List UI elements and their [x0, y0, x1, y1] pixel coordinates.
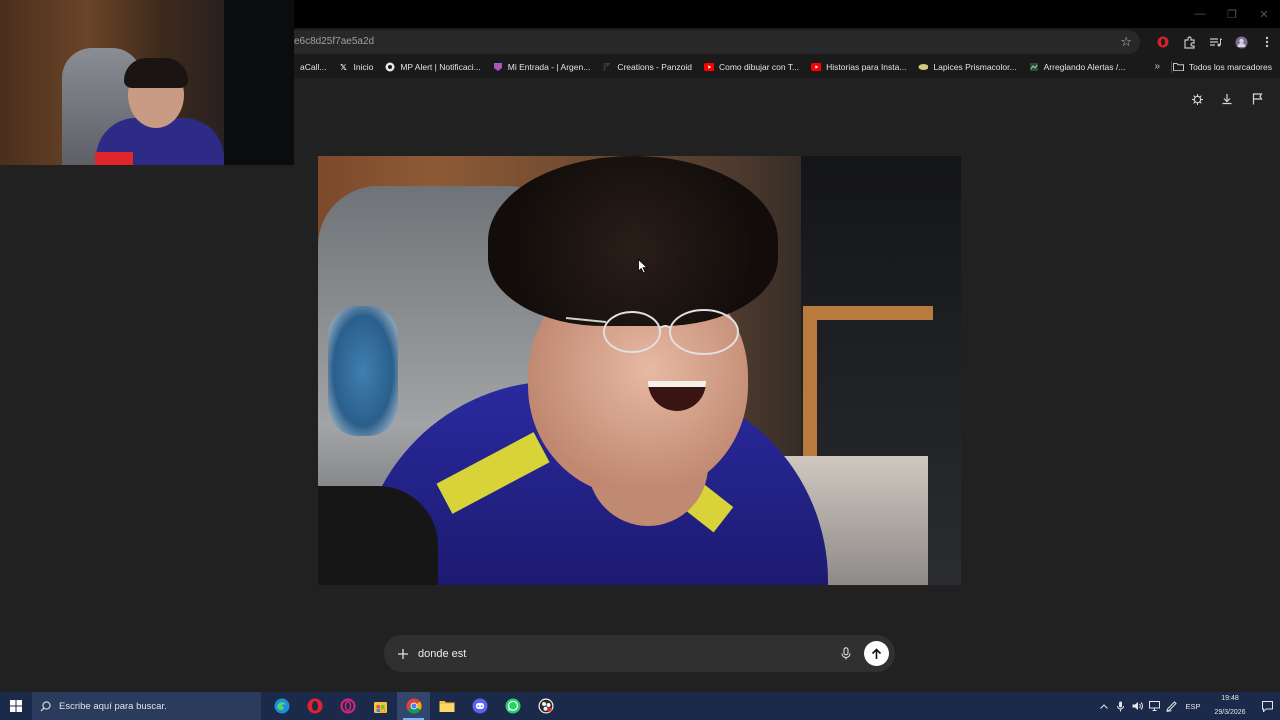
start-button[interactable]	[0, 692, 32, 720]
ticket-icon	[493, 62, 503, 72]
bookmark-label: Como dibujar con T...	[718, 62, 800, 72]
bookmark-item[interactable]: Lapices Prismacolor...	[912, 56, 1022, 78]
file-explorer-icon[interactable]	[430, 692, 463, 720]
bookmarks-bar: aCall... 𝕏 Inicio MP Alert | Notificaci.…	[294, 56, 1280, 78]
windows-logo-icon	[10, 700, 22, 712]
microsoft-store-icon[interactable]	[364, 692, 397, 720]
volume-icon[interactable]	[1129, 692, 1146, 720]
bookmark-label: Creations - Panzoid	[617, 62, 692, 72]
bookmark-item[interactable]: Creations - Panzoid	[596, 56, 698, 78]
x-logo-icon: 𝕏	[340, 62, 347, 72]
notifications-icon[interactable]	[1254, 692, 1280, 720]
bookmarks-separator	[1171, 61, 1172, 73]
discord-app-icon[interactable]	[463, 692, 496, 720]
chat-input[interactable]: donde est	[418, 648, 836, 660]
bookmark-label: Lapices Prismacolor...	[933, 62, 1017, 72]
clock[interactable]: 19:48 29/3/2026	[1206, 692, 1254, 720]
whatsapp-app-icon[interactable]	[496, 692, 529, 720]
bookmark-star-icon[interactable]: ☆	[1120, 30, 1132, 54]
all-bookmarks-label: Todos los marcadores	[1188, 62, 1272, 72]
extensions-icon[interactable]	[1176, 35, 1202, 49]
minimize-button[interactable]: —	[1184, 0, 1216, 28]
clock-time: 19:48	[1221, 695, 1239, 702]
network-icon[interactable]	[1146, 692, 1163, 720]
system-tray: ESP 19:48 29/3/2026	[1095, 692, 1280, 720]
mouse-cursor-icon	[638, 259, 648, 274]
microphone-icon[interactable]	[836, 647, 856, 660]
bookmark-label: MP Alert | Notificaci...	[400, 62, 481, 72]
browser-toolbar-icons	[1150, 28, 1280, 56]
opera-extension-icon[interactable]	[1150, 36, 1176, 48]
panzoid-icon	[602, 62, 612, 72]
chat-composer: donde est	[384, 635, 895, 672]
menu-kebab-icon[interactable]	[1254, 36, 1280, 48]
bookmark-label: Historias para Insta...	[826, 62, 907, 72]
bookmark-item[interactable]: aCall...	[294, 56, 332, 78]
bookmark-label: aCall...	[300, 62, 327, 72]
address-bar: e6c8d25f7ae5a2d ☆	[294, 28, 1280, 56]
add-attachment-plus-icon[interactable]	[394, 648, 412, 660]
temporary-chat-icon[interactable]	[1188, 90, 1206, 108]
mp-icon	[385, 62, 395, 72]
send-button[interactable]	[864, 641, 889, 666]
search-icon	[40, 700, 51, 711]
bookmark-label: Arreglando Alertas /...	[1043, 62, 1126, 72]
more-bookmarks-chevron-icon[interactable]: »	[1154, 56, 1160, 78]
webcam-overlay	[0, 0, 294, 165]
webcam-window-background	[224, 0, 294, 165]
page-icon	[1029, 62, 1039, 72]
omnibox[interactable]: e6c8d25f7ae5a2d ☆	[294, 30, 1140, 54]
opera-gx-app-icon[interactable]	[331, 692, 364, 720]
show-hidden-icons-chevron-icon[interactable]	[1095, 692, 1112, 720]
pencil-icon	[918, 62, 929, 72]
clock-date: 29/3/2026	[1214, 709, 1246, 716]
bookmark-item[interactable]: 𝕏 Inicio	[332, 56, 379, 78]
bookmark-item[interactable]: Mi Entrada - | Argen...	[487, 56, 597, 78]
bookmark-item[interactable]: Arreglando Alertas /...	[1023, 56, 1132, 78]
restore-button[interactable]: ❐	[1216, 0, 1248, 28]
obs-app-icon[interactable]	[529, 692, 562, 720]
folder-icon	[1172, 62, 1184, 73]
video-chair-pattern	[328, 306, 398, 436]
arrow-up-icon	[871, 647, 882, 659]
youtube-icon	[703, 62, 714, 72]
close-button[interactable]: ✕	[1248, 0, 1280, 28]
video-frame	[318, 156, 961, 585]
video-glasses	[566, 309, 739, 355]
bookmark-item[interactable]: MP Alert | Notificaci...	[379, 56, 486, 78]
windows-taskbar: Escribe aquí para buscar. ESP 19:48 29/3…	[0, 692, 1280, 720]
profile-avatar-icon[interactable]	[1228, 36, 1254, 49]
page-toolbar	[1188, 90, 1266, 108]
taskbar-search-box[interactable]: Escribe aquí para buscar.	[32, 692, 261, 720]
microphone-tray-icon[interactable]	[1112, 692, 1129, 720]
opera-app-icon[interactable]	[298, 692, 331, 720]
all-bookmarks-folder[interactable]: Todos los marcadores	[1172, 56, 1272, 78]
webcam-red-object	[95, 152, 133, 165]
bookmark-item[interactable]: Como dibujar con T...	[698, 56, 805, 78]
edge-app-icon[interactable]	[265, 692, 298, 720]
report-flag-icon[interactable]	[1248, 90, 1266, 108]
bookmark-label: Inicio	[353, 62, 374, 72]
bookmark-label: Mi Entrada - | Argen...	[507, 62, 591, 72]
pen-workspace-icon[interactable]	[1163, 692, 1180, 720]
download-icon[interactable]	[1218, 90, 1236, 108]
bookmark-item[interactable]: Historias para Insta...	[805, 56, 912, 78]
language-indicator[interactable]: ESP	[1180, 692, 1206, 720]
window-controls: — ❐ ✕	[1184, 0, 1280, 28]
chrome-app-icon[interactable]	[397, 692, 430, 720]
youtube-icon	[811, 62, 822, 72]
webcam-hair	[124, 58, 188, 88]
search-placeholder: Escribe aquí para buscar.	[59, 700, 167, 712]
url-text[interactable]: e6c8d25f7ae5a2d	[294, 30, 374, 54]
media-control-icon[interactable]	[1202, 36, 1228, 49]
video-curly-hair	[488, 156, 778, 326]
taskbar-apps	[265, 692, 562, 720]
